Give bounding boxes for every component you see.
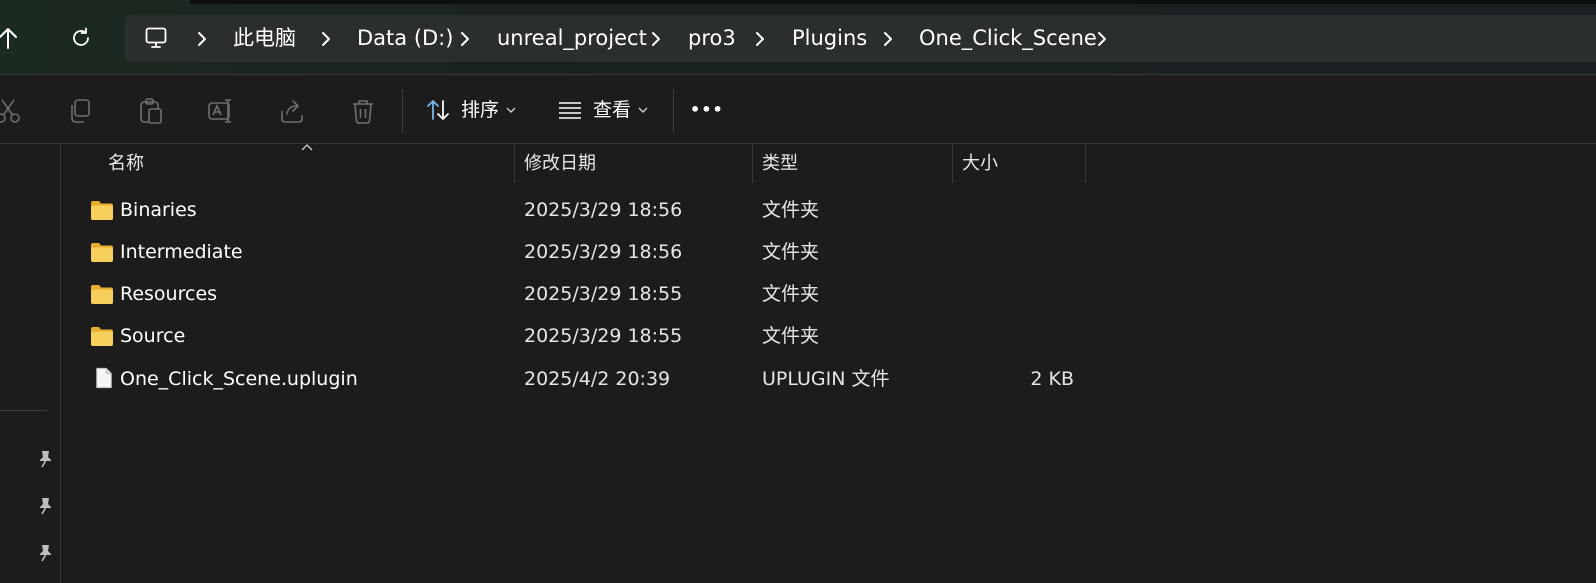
up-button[interactable] [0,20,26,56]
refresh-button[interactable] [63,20,99,56]
file-size: 2 KB [1030,368,1074,390]
chevron-right-icon [652,32,660,46]
navigation-pane [0,144,61,583]
cut-icon[interactable] [0,97,22,125]
file-row-source[interactable]: Source 2025/3/29 18:55 文件夹 [62,315,1596,357]
chevron-right-icon [461,32,469,46]
chevron-right-icon [884,32,892,46]
copy-icon[interactable] [66,97,94,125]
file-date: 2025/3/29 18:55 [524,283,683,305]
folder-icon [91,201,113,220]
file-type: 文件夹 [762,199,820,221]
file-row-uplugin[interactable]: One_Click_Scene.uplugin 2025/4/2 20:39 U… [62,358,1596,400]
sort-label: 排序 [461,99,500,121]
chevron-down-icon [638,107,648,113]
file-icon [96,367,112,389]
navigation-bar: 此电脑 Data (D:) unreal_project pro3 Plugin… [0,0,1596,74]
paste-icon[interactable] [137,97,165,125]
breadcrumb-data-drive[interactable]: Data (D:) [357,15,453,62]
breadcrumb-plugins[interactable]: Plugins [792,15,867,62]
column-header-name[interactable]: 名称 [108,144,144,183]
more-options-button[interactable]: ••• [690,75,730,145]
this-pc-icon [145,27,167,48]
address-bar[interactable]: 此电脑 Data (D:) unreal_project pro3 Plugin… [125,15,1596,62]
file-row-resources[interactable]: Resources 2025/3/29 18:55 文件夹 [62,273,1596,315]
delete-icon[interactable] [349,97,377,125]
view-list-icon [559,102,581,119]
pin-icon[interactable] [36,543,54,563]
file-name: Resources [120,283,218,305]
chevron-right-icon[interactable] [1095,31,1109,47]
file-type: UPLUGIN 文件 [762,368,890,390]
view-label: 查看 [593,99,632,121]
file-name: Source [120,325,186,347]
sort-icon [427,100,449,120]
sort-button[interactable]: 排序 [420,75,525,145]
breadcrumb-unreal-project[interactable]: unreal_project [497,15,647,62]
file-name: One_Click_Scene.uplugin [120,368,358,390]
folder-icon [91,327,113,346]
column-divider[interactable] [952,144,953,183]
file-row-binaries[interactable]: Binaries 2025/3/29 18:56 文件夹 [62,189,1596,231]
sort-ascending-icon [301,144,313,151]
column-divider[interactable] [514,144,515,183]
file-date: 2025/3/29 18:56 [524,241,683,263]
chevron-right-icon [198,32,206,46]
breadcrumb-one-click-scene[interactable]: One_Click_Scene [919,15,1097,62]
file-name: Intermediate [120,241,243,263]
share-icon[interactable] [278,97,306,125]
column-divider[interactable] [1085,144,1086,183]
pane-divider [0,410,47,411]
toolbar-separator [402,89,403,133]
column-divider[interactable] [752,144,753,183]
pin-icon[interactable] [36,449,54,469]
file-type: 文件夹 [762,283,820,305]
refresh-icon [73,27,89,46]
chevron-down-icon [506,107,516,113]
pin-icon[interactable] [36,496,54,516]
title-bar-edge [190,0,1596,4]
column-header-date[interactable]: 修改日期 [524,144,596,183]
file-row-intermediate[interactable]: Intermediate 2025/3/29 18:56 文件夹 [62,231,1596,273]
column-header-size[interactable]: 大小 [962,144,998,183]
file-name: Binaries [120,199,197,221]
up-arrow-icon [0,28,17,49]
command-bar: 排序 查看 ••• [0,74,1596,144]
column-header-type[interactable]: 类型 [762,144,798,183]
folder-icon [91,285,113,304]
file-date: 2025/4/2 20:39 [524,368,671,390]
view-button[interactable]: 查看 [552,75,657,145]
file-type: 文件夹 [762,325,820,347]
chevron-right-icon [756,32,764,46]
file-date: 2025/3/29 18:56 [524,199,683,221]
chevron-right-icon [322,32,330,46]
rename-icon[interactable] [207,97,235,125]
toolbar-separator [673,89,674,133]
file-type: 文件夹 [762,241,820,263]
breadcrumb-pro3[interactable]: pro3 [688,15,736,62]
file-date: 2025/3/29 18:55 [524,325,683,347]
breadcrumb-this-pc[interactable]: 此电脑 [233,15,296,62]
folder-icon [91,243,113,262]
